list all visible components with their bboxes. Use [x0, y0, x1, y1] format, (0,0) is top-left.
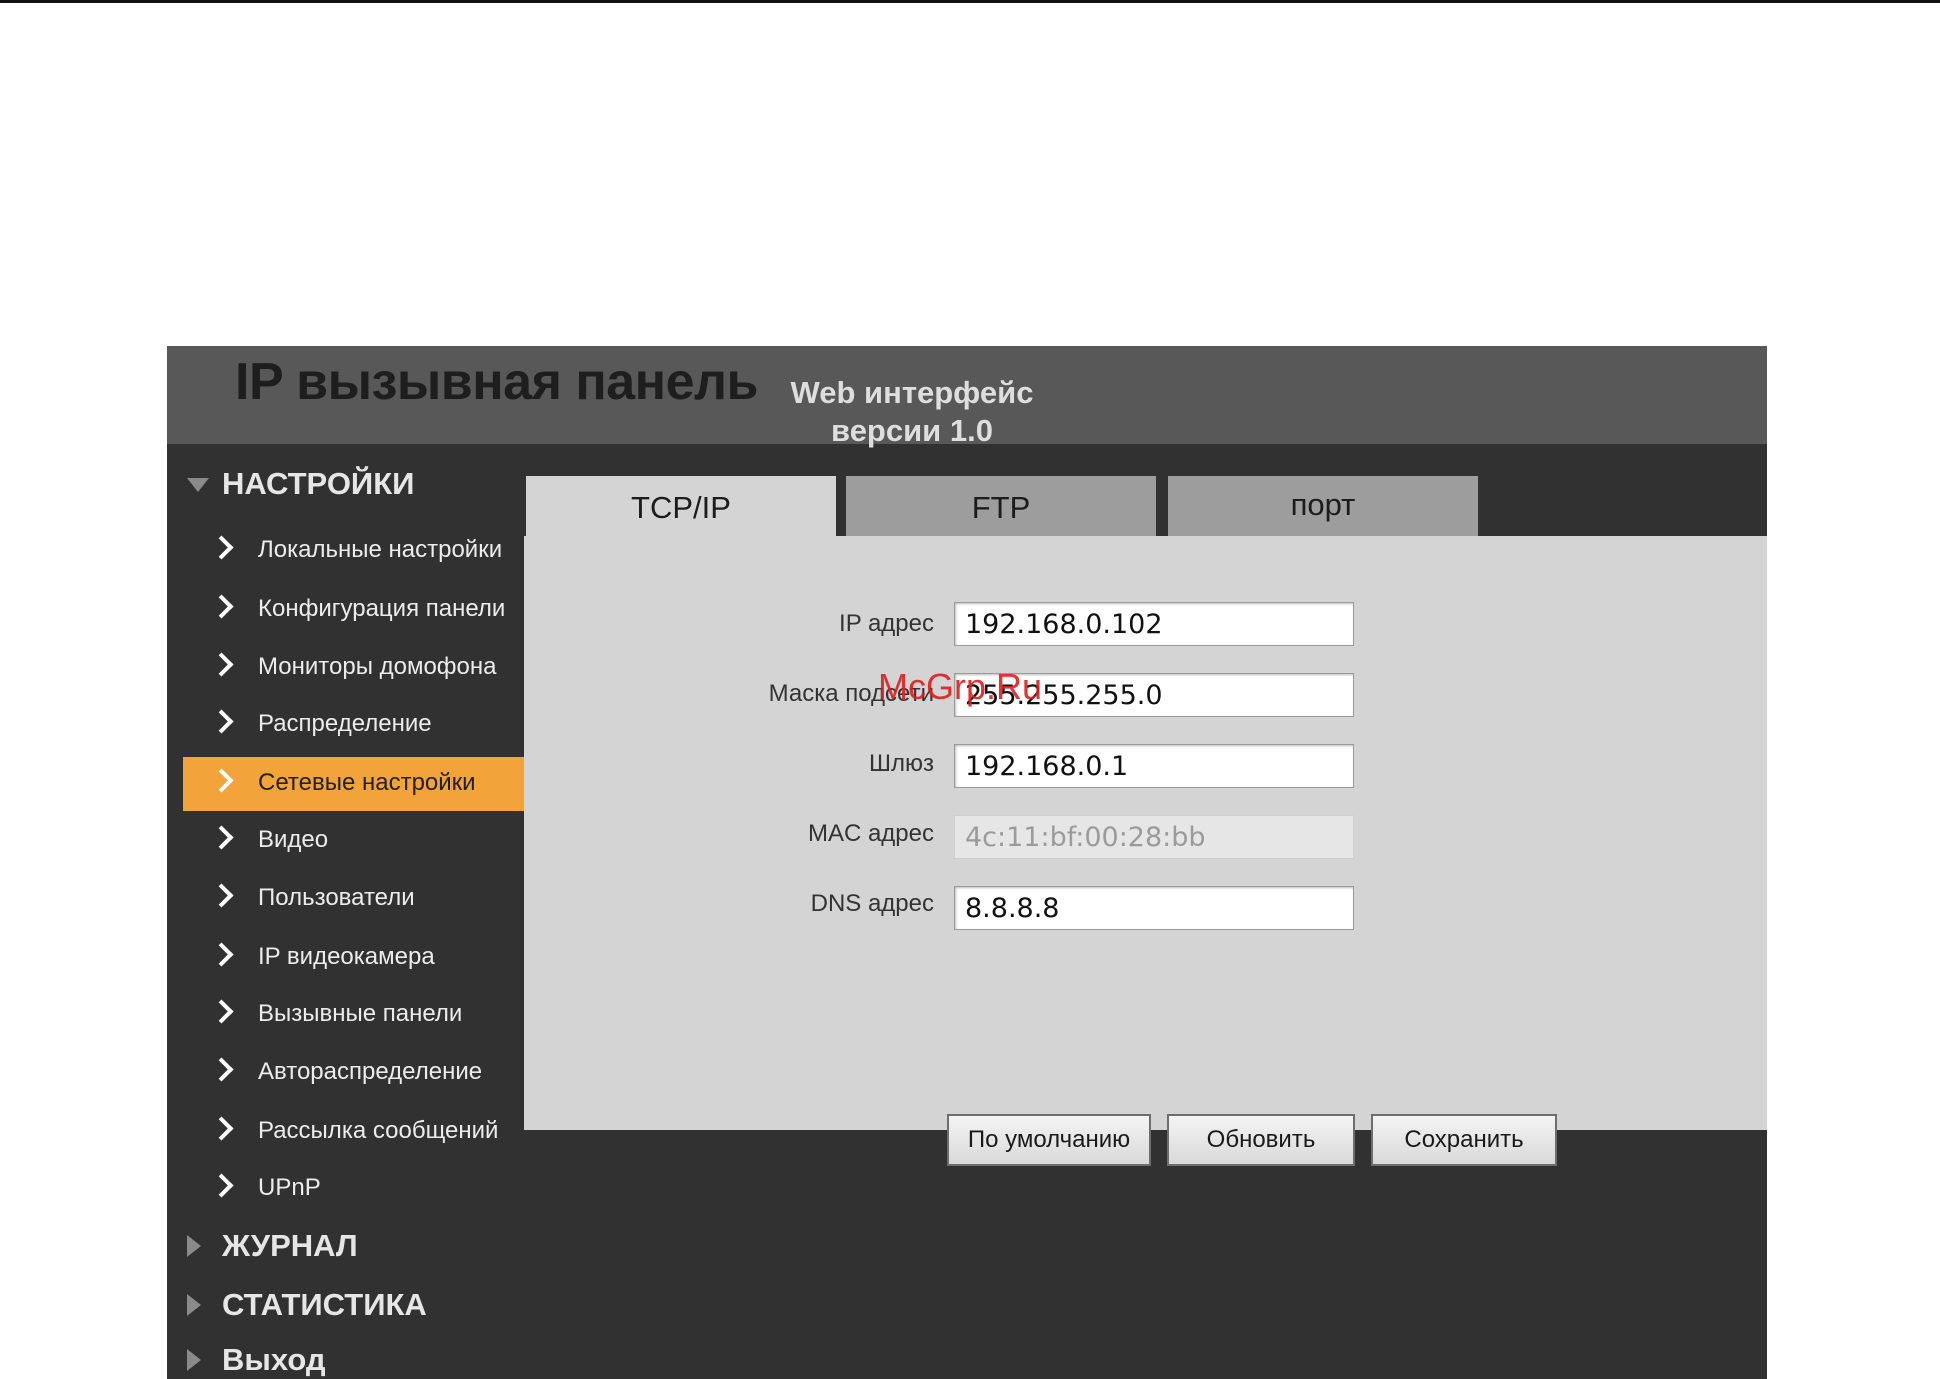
tab-label: TCP/IP	[631, 490, 731, 525]
tab-port[interactable]: порт	[1168, 476, 1478, 538]
sidebar-item-monitors[interactable]: Мониторы домофона	[183, 641, 524, 695]
default-button[interactable]: По умолчанию	[947, 1114, 1151, 1166]
version-line-1: Web интерфейс	[790, 375, 1034, 410]
sidebar-item-call-panels[interactable]: Вызывные панели	[183, 988, 524, 1042]
sidebar-item-label: IP видеокамера	[258, 943, 435, 970]
page-title: IP вызывная панель	[235, 353, 759, 411]
ip-address-input[interactable]	[954, 602, 1354, 646]
save-button[interactable]: Сохранить	[1371, 1114, 1557, 1166]
chevron-right-icon	[209, 768, 234, 793]
section-exit[interactable]: Выход	[167, 1334, 524, 1379]
app-window: IP вызывная панель Web интерфейс версии …	[167, 346, 1767, 1379]
tcp-ip-settings-panel: IP адрес Маска подсети Шлюз MAC адрес DN…	[524, 536, 1767, 1130]
sidebar-item-label: Мониторы домофона	[258, 653, 497, 680]
dns-address-label: DNS адрес	[810, 890, 934, 917]
chevron-right-icon	[209, 999, 234, 1024]
tab-label: FTP	[971, 490, 1031, 525]
sidebar-item-label: Конфигурация панели	[258, 595, 506, 622]
section-settings[interactable]: НАСТРОЙКИ	[167, 458, 524, 508]
sidebar-item-ip-camera[interactable]: IP видеокамера	[183, 931, 524, 985]
sidebar-item-label: Вызывные панели	[258, 1000, 463, 1027]
chevron-right-icon	[209, 942, 234, 967]
sidebar-item-panel-config[interactable]: Конфигурация панели	[183, 583, 524, 637]
section-label: Выход	[222, 1342, 326, 1377]
sidebar-item-label: Сетевые настройки	[258, 769, 476, 796]
ip-address-label: IP адрес	[839, 610, 934, 637]
expand-triangle-icon	[187, 1235, 201, 1257]
chevron-right-icon	[209, 1057, 234, 1082]
tab-label: порт	[1290, 487, 1356, 522]
mac-address-input	[954, 815, 1354, 859]
chevron-right-icon	[209, 1116, 234, 1141]
section-journal[interactable]: ЖУРНАЛ	[167, 1220, 524, 1270]
sidebar-item-network-settings[interactable]: Сетевые настройки	[183, 757, 524, 811]
gateway-input[interactable]	[954, 744, 1354, 788]
sidebar-item-local-settings[interactable]: Локальные настройки	[183, 524, 524, 578]
version-label: Web интерфейс версии 1.0	[767, 374, 1057, 450]
sidebar-item-label: Распределение	[258, 710, 432, 737]
sidebar-item-message-broadcast[interactable]: Рассылка сообщений	[183, 1105, 524, 1159]
chevron-right-icon	[209, 1173, 234, 1198]
chevron-right-icon	[209, 652, 234, 677]
mac-address-label: MAC адрес	[807, 820, 934, 847]
section-label: ЖУРНАЛ	[222, 1228, 358, 1263]
chevron-right-icon	[209, 535, 234, 560]
refresh-button[interactable]: Обновить	[1167, 1114, 1355, 1166]
expand-triangle-icon	[187, 1349, 201, 1371]
sidebar-item-label: Рассылка сообщений	[258, 1117, 499, 1144]
tab-ftp[interactable]: FTP	[846, 476, 1156, 538]
sidebar-item-video[interactable]: Видео	[183, 814, 524, 868]
version-line-2: версии 1.0	[831, 413, 993, 448]
collapse-triangle-icon	[187, 478, 209, 492]
tab-tcp-ip[interactable]: TCP/IP	[526, 476, 836, 538]
chevron-right-icon	[209, 825, 234, 850]
sidebar-item-label: Локальные настройки	[258, 536, 503, 563]
header: IP вызывная панель Web интерфейс версии …	[167, 346, 1767, 448]
sidebar-item-distribution[interactable]: Распределение	[183, 698, 524, 752]
sidebar-item-label: Пользователи	[258, 884, 415, 911]
top-rule	[0, 0, 1940, 3]
subnet-mask-label: Маска подсети	[768, 680, 934, 707]
sidebar: НАСТРОЙКИ Локальные настройки Конфигурац…	[167, 444, 524, 1379]
sidebar-item-users[interactable]: Пользователи	[183, 872, 524, 926]
section-label: СТАТИСТИКА	[222, 1287, 427, 1322]
gateway-label: Шлюз	[868, 750, 934, 777]
sidebar-item-label: Автораспределение	[258, 1058, 483, 1085]
section-statistics[interactable]: СТАТИСТИКА	[167, 1279, 524, 1329]
chevron-right-icon	[209, 709, 234, 734]
sidebar-item-label: Видео	[258, 826, 329, 853]
chevron-right-icon	[209, 883, 234, 908]
sidebar-item-upnp[interactable]: UPnP	[183, 1162, 524, 1216]
expand-triangle-icon	[187, 1294, 201, 1316]
chevron-right-icon	[209, 594, 234, 619]
watermark: McGrp.Ru	[878, 666, 1043, 707]
sidebar-item-label: UPnP	[258, 1174, 321, 1201]
sidebar-item-auto-distribution[interactable]: Автораспределение	[183, 1046, 524, 1100]
dns-address-input[interactable]	[954, 886, 1354, 930]
section-label: НАСТРОЙКИ	[222, 466, 415, 501]
